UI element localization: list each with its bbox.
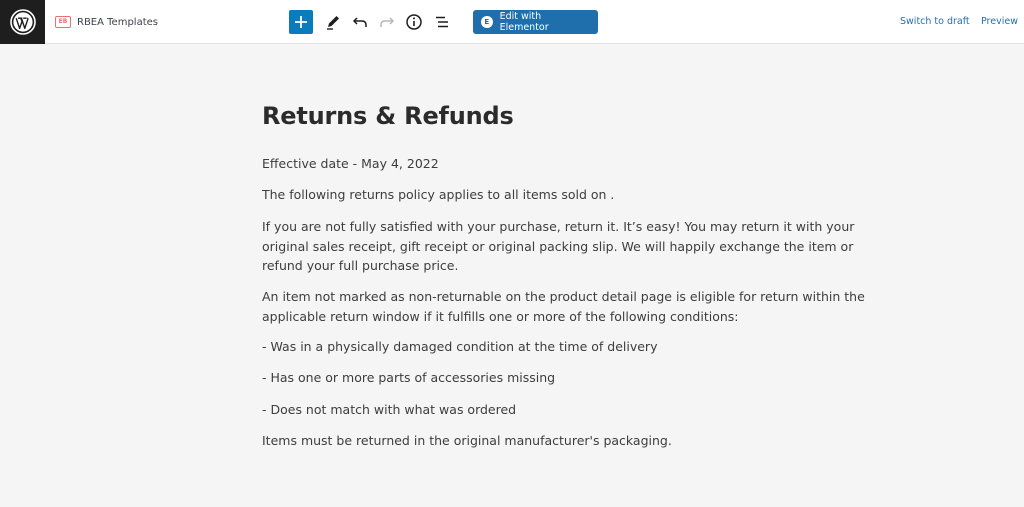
plus-icon bbox=[295, 16, 307, 28]
page-title[interactable]: Returns & Refunds bbox=[262, 102, 514, 130]
paragraph-block[interactable]: - Does not match with what was ordered bbox=[262, 400, 882, 420]
add-block-button[interactable] bbox=[289, 10, 313, 34]
details-button[interactable] bbox=[402, 10, 426, 34]
paragraph-block[interactable]: - Was in a physically damaged condition … bbox=[262, 337, 882, 357]
undo-button[interactable] bbox=[348, 10, 372, 34]
template-name: RBEA Templates bbox=[77, 16, 158, 28]
preview-button[interactable]: Preview bbox=[981, 16, 1018, 27]
paragraph-block[interactable]: Items must be returned in the original m… bbox=[262, 431, 882, 451]
wordpress-logo-button[interactable] bbox=[0, 0, 45, 44]
paragraph-block[interactable]: The following returns policy applies to … bbox=[262, 185, 882, 205]
list-view-button[interactable] bbox=[430, 10, 454, 34]
list-view-icon bbox=[436, 16, 448, 28]
editor-top-toolbar: EB RBEA Templates E Edit with Elementor … bbox=[0, 0, 1024, 44]
elementor-icon: E bbox=[481, 16, 493, 28]
edit-with-elementor-button[interactable]: E Edit with Elementor bbox=[473, 10, 598, 34]
paragraph-block[interactable]: If you are not fully satisfied with your… bbox=[262, 217, 882, 276]
paragraph-block[interactable]: - Has one or more parts of accessories m… bbox=[262, 368, 882, 388]
paragraph-block[interactable]: Effective date - May 4, 2022 bbox=[262, 154, 882, 174]
edit-with-elementor-label: Edit with Elementor bbox=[499, 11, 549, 33]
paragraph-block[interactable]: An item not marked as non-returnable on … bbox=[262, 287, 882, 326]
wordpress-logo-icon bbox=[9, 9, 36, 35]
edit-tools-button[interactable] bbox=[321, 10, 345, 34]
undo-icon bbox=[352, 17, 367, 27]
redo-button[interactable] bbox=[375, 10, 399, 34]
pencil-icon bbox=[327, 16, 339, 30]
template-title[interactable]: EB RBEA Templates bbox=[55, 14, 158, 30]
info-icon bbox=[406, 14, 422, 30]
essential-blocks-icon: EB bbox=[55, 16, 71, 28]
switch-to-draft-button[interactable]: Switch to draft bbox=[900, 16, 970, 27]
redo-icon bbox=[380, 17, 395, 27]
